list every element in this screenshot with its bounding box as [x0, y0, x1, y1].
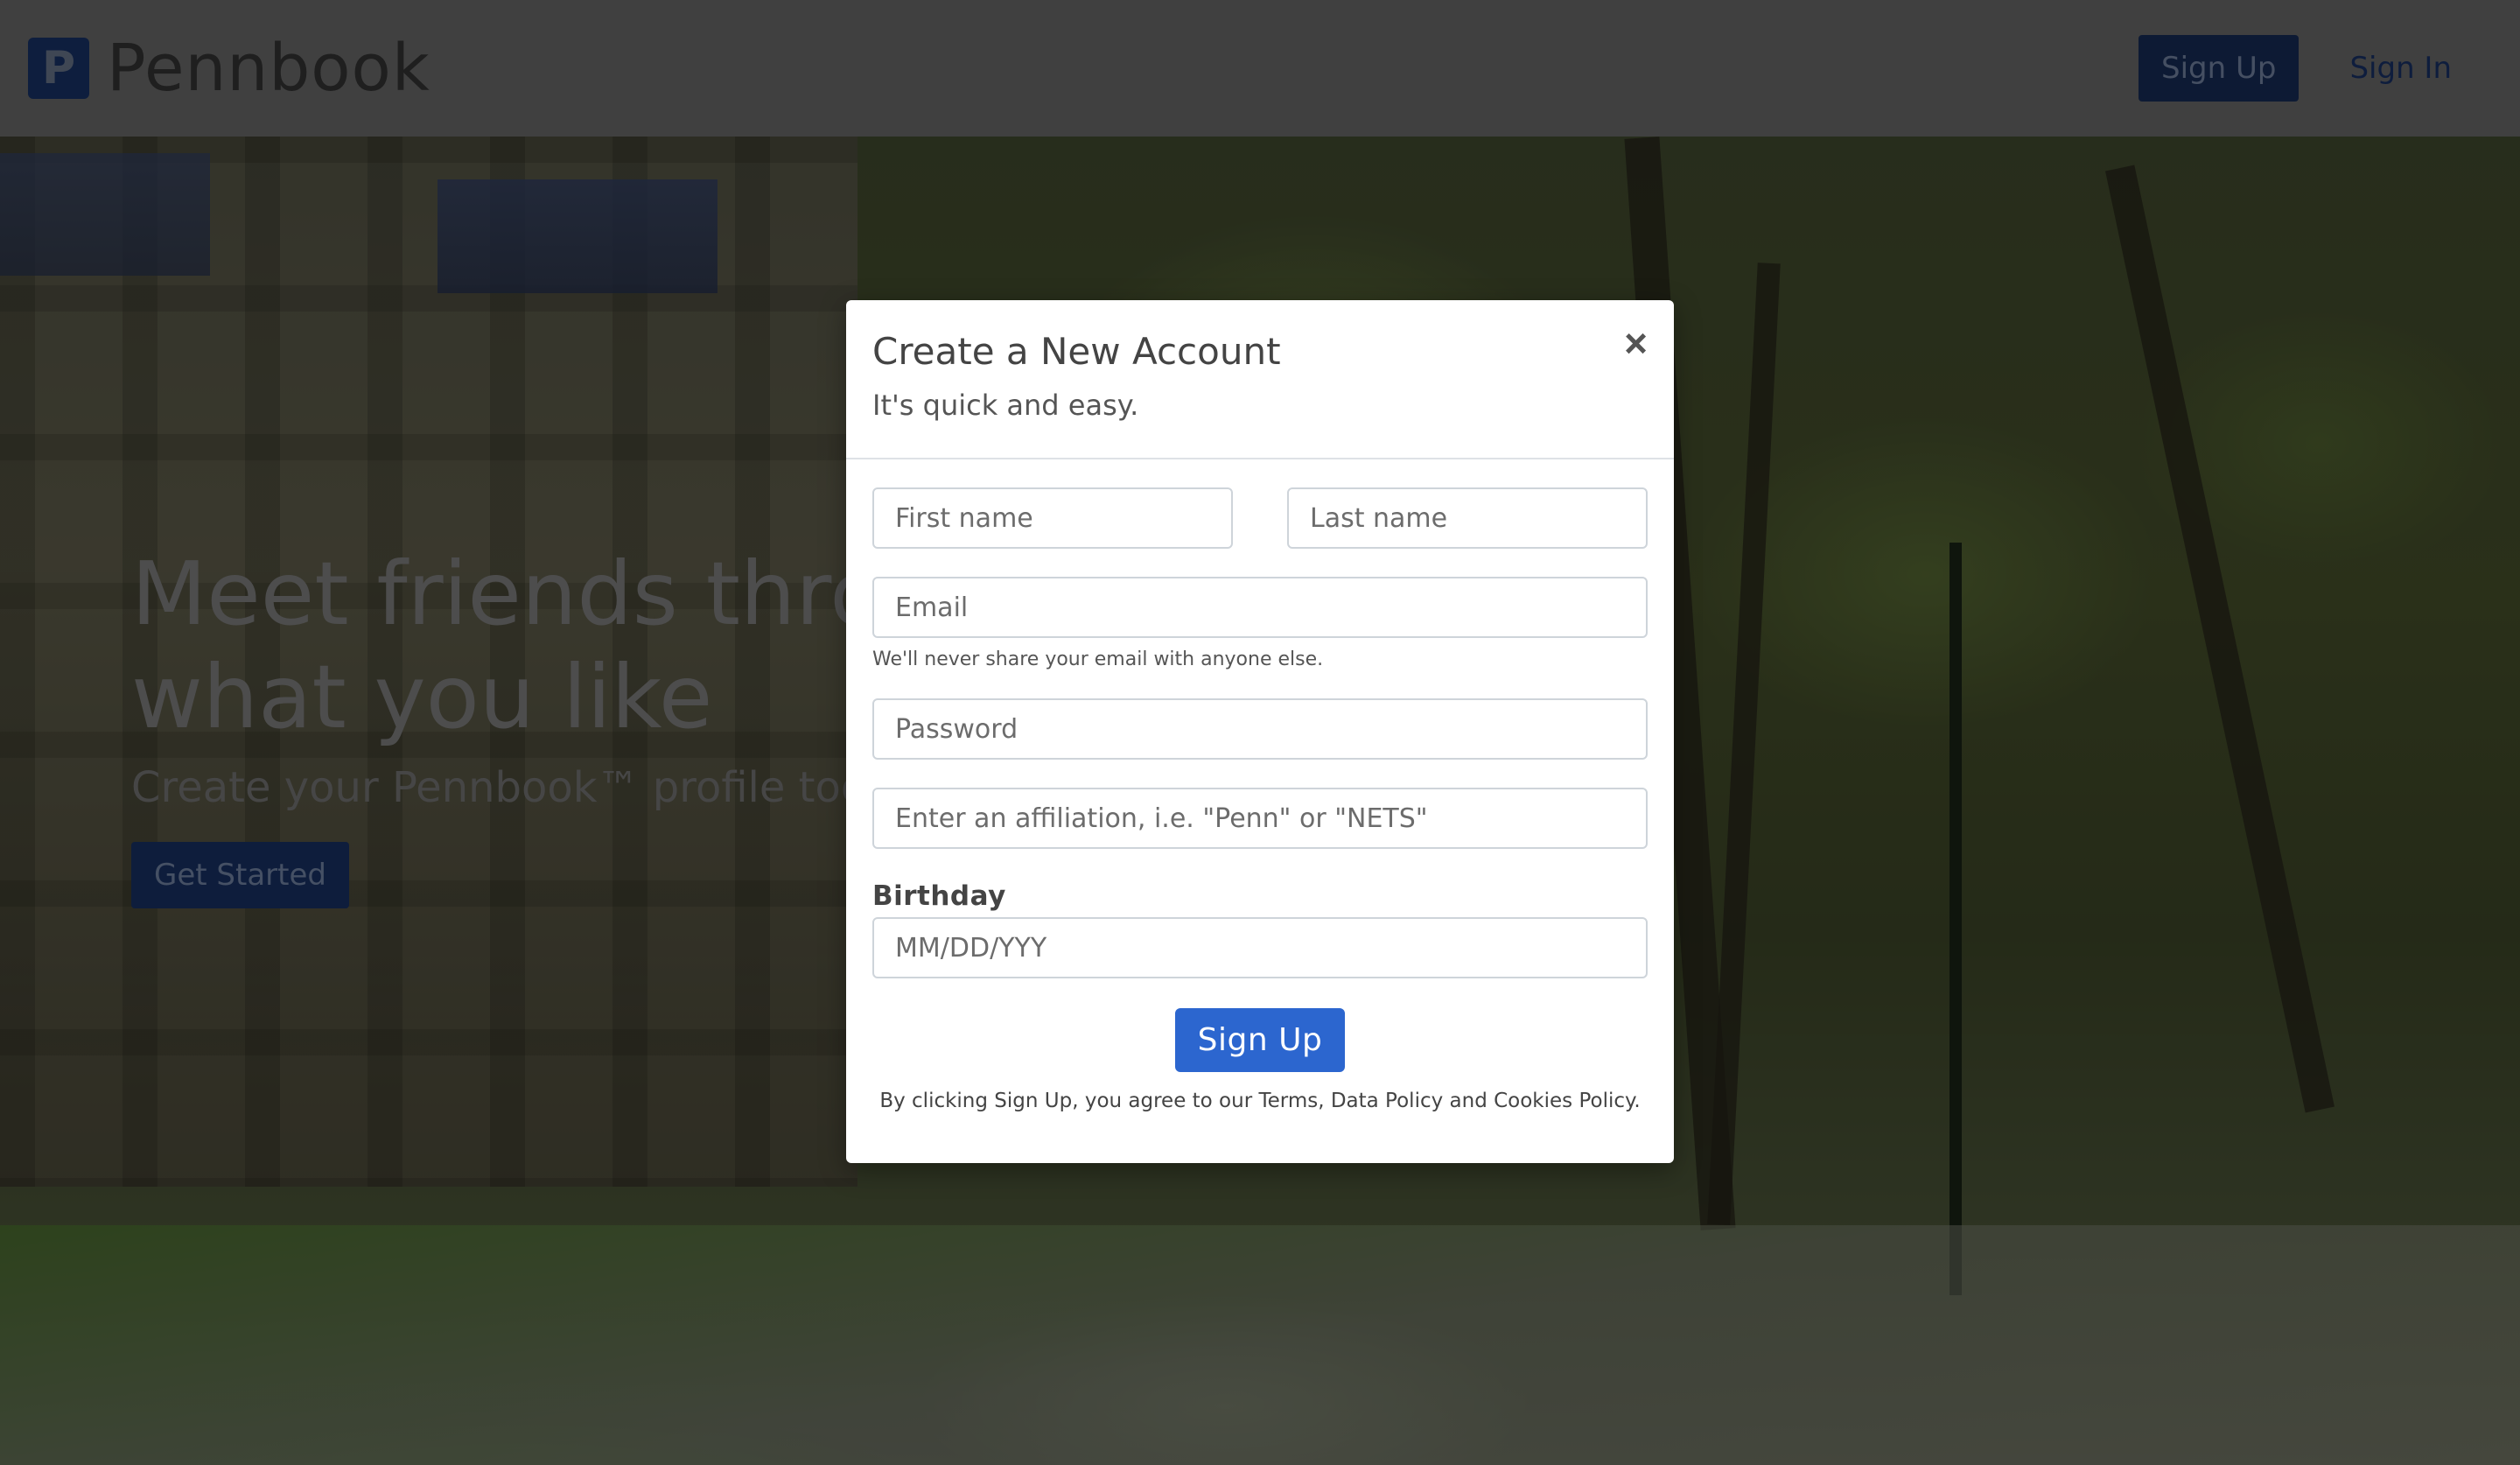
birthday-input[interactable]: [872, 917, 1648, 978]
sign-up-submit-button[interactable]: Sign Up: [1174, 1008, 1346, 1072]
password-group: [872, 698, 1648, 760]
modal-subtitle: It's quick and easy.: [872, 389, 1139, 422]
signup-modal: Create a New Account It's quick and easy…: [846, 300, 1674, 1163]
last-name-input[interactable]: [1287, 487, 1648, 549]
name-row: [872, 487, 1648, 549]
affiliation-group: [872, 788, 1648, 849]
email-input[interactable]: [872, 577, 1648, 638]
terms-text: By clicking Sign Up, you agree to our Te…: [879, 1090, 1641, 1112]
affiliation-input[interactable]: [872, 788, 1648, 849]
modal-title: Create a New Account: [872, 330, 1281, 373]
modal-header: Create a New Account It's quick and easy…: [846, 300, 1674, 459]
close-icon[interactable]: ×: [1624, 323, 1648, 363]
email-group: We'll never share your email with anyone…: [872, 577, 1648, 670]
password-input[interactable]: [872, 698, 1648, 760]
birthday-label: Birthday: [872, 880, 1006, 912]
email-help-text: We'll never share your email with anyone…: [872, 648, 1324, 670]
modal-body: We'll never share your email with anyone…: [846, 459, 1674, 1112]
first-name-input[interactable]: [872, 487, 1233, 549]
submit-wrap: Sign Up: [872, 1008, 1648, 1072]
